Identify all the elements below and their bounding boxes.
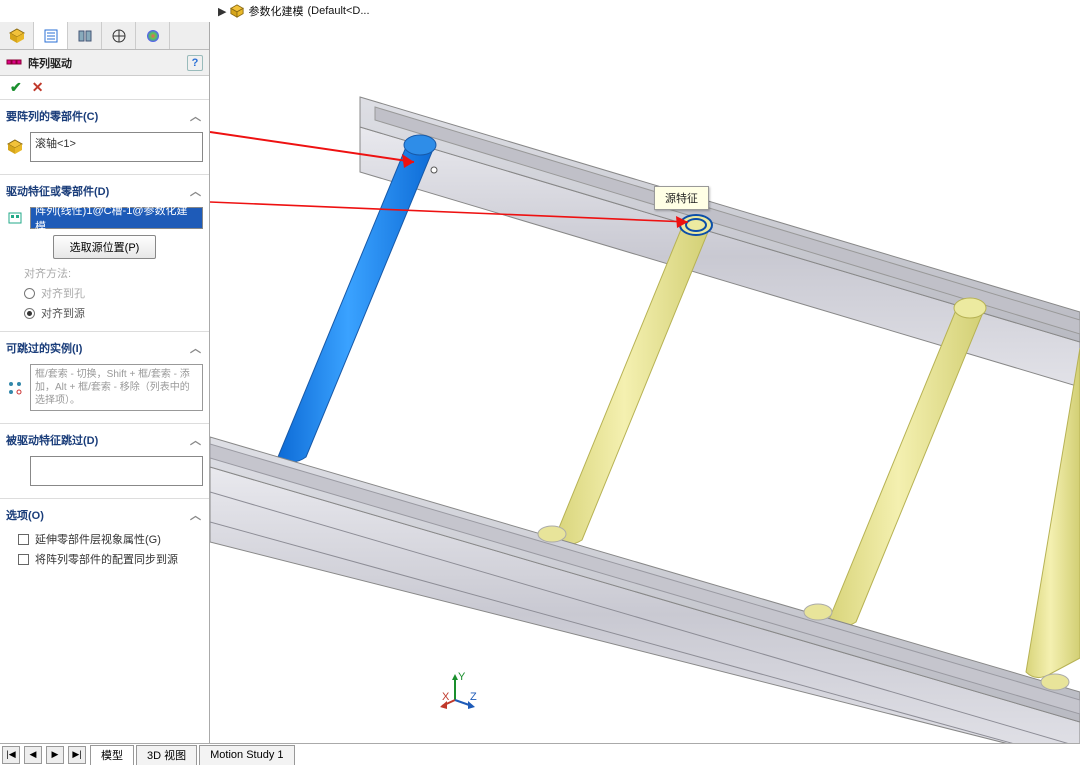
bottom-tab-motion[interactable]: Motion Study 1 [199, 745, 294, 765]
property-manager-panel: 阵列驱动 ? ✔ ✕ 要阵列的零部件(C) ︿ 滚轴<1> [0, 22, 210, 765]
tab-property-manager[interactable] [34, 22, 68, 49]
bottom-tab-bar: |◀ ◀ ▶ ▶| 模型 3D 视图 Motion Study 1 [0, 743, 1080, 765]
pattern-driven-icon [6, 55, 22, 71]
help-button[interactable]: ? [187, 55, 203, 71]
section-options: 选项(O) ︿ 延伸零部件层视象属性(G) 将阵列零部件的配置同步到源 [0, 499, 209, 579]
breadcrumb-config: (Default<D... [307, 5, 369, 17]
source-feature-tooltip: 源特征 [654, 186, 709, 210]
model-render [210, 22, 1080, 762]
chevron-up-icon[interactable]: ︿ [190, 432, 201, 448]
option-sync-config-checkbox[interactable]: 将阵列零部件的配置同步到源 [4, 549, 205, 569]
section-components: 要阵列的零部件(C) ︿ 滚轴<1> [0, 100, 209, 175]
breadcrumb-doc-name[interactable]: 参数化建模 [248, 3, 303, 19]
tabs-last-button[interactable]: ▶| [68, 746, 86, 764]
select-seed-position-button[interactable]: 选取源位置(P) [53, 235, 157, 259]
skip-instances-box[interactable]: 框/套索 - 切换，Shift + 框/套索 - 添加，Alt + 框/套索 -… [30, 364, 203, 411]
bottom-tab-3dview[interactable]: 3D 视图 [136, 745, 197, 765]
tabs-prev-button[interactable]: ◀ [24, 746, 42, 764]
align-method-label: 对齐方法: [24, 265, 205, 281]
option-propagate-visual-checkbox[interactable]: 延伸零部件层视象属性(G) [4, 529, 205, 549]
chevron-up-icon[interactable]: ︿ [190, 507, 201, 523]
assembly-icon [230, 4, 244, 18]
section-skip-title: 可跳过的实例(I) [6, 340, 82, 356]
driven-skipped-box[interactable] [30, 456, 203, 486]
section-options-title: 选项(O) [6, 507, 44, 523]
tabs-first-button[interactable]: |◀ [2, 746, 20, 764]
section-driven-skipped: 被驱动特征跳过(D) ︿ [0, 424, 209, 499]
bottom-tab-model[interactable]: 模型 [90, 745, 134, 765]
svg-text:Z: Z [470, 691, 477, 703]
components-selection-box[interactable]: 滚轴<1> [30, 132, 203, 162]
ok-button[interactable]: ✔ [10, 79, 22, 96]
section-driver-title: 驱动特征或零部件(D) [6, 183, 109, 199]
breadcrumb: ▶ 参数化建模 (Default<D... [0, 0, 1080, 22]
skip-instances-icon [6, 380, 24, 396]
align-to-source-radio[interactable]: 对齐到源 [24, 305, 205, 321]
graphics-viewport[interactable]: 源特征 Y X Z [210, 22, 1080, 765]
component-icon [6, 139, 24, 155]
tabs-next-button[interactable]: ▶ [46, 746, 64, 764]
chevron-up-icon[interactable]: ︿ [190, 108, 201, 124]
align-to-hole-radio: 对齐到孔 [24, 285, 205, 301]
section-driven-skipped-title: 被驱动特征跳过(D) [6, 432, 98, 448]
tab-dimxpert-manager[interactable] [102, 22, 136, 49]
feature-title-bar: 阵列驱动 ? [0, 50, 209, 76]
view-triad-icon[interactable]: Y X Z [440, 670, 480, 710]
tab-feature-tree[interactable] [0, 22, 34, 49]
chevron-up-icon[interactable]: ︿ [190, 340, 201, 356]
side-tabs [0, 22, 209, 50]
svg-text:Y: Y [458, 671, 466, 683]
section-skip-instances: 可跳过的实例(I) ︿ 框/套索 - 切换，Shift + 框/套索 - 添加，… [0, 332, 209, 424]
cancel-button[interactable]: ✕ [32, 79, 44, 96]
feature-title-label: 阵列驱动 [28, 55, 72, 71]
section-components-title: 要阵列的零部件(C) [6, 108, 98, 124]
tab-display-manager[interactable] [136, 22, 170, 49]
driving-feature-selection-box[interactable]: 阵列(线性)1@C槽-1@参数化建模 [30, 207, 203, 229]
breadcrumb-arrow-icon: ▶ [218, 5, 226, 18]
confirm-row: ✔ ✕ [0, 76, 209, 100]
svg-text:X: X [442, 691, 450, 703]
section-driver: 驱动特征或零部件(D) ︿ 阵列(线性)1@C槽-1@参数化建模 选取源位置(P… [0, 175, 209, 332]
tab-configuration-manager[interactable] [68, 22, 102, 49]
chevron-up-icon[interactable]: ︿ [190, 183, 201, 199]
feature-link-icon [6, 210, 24, 226]
